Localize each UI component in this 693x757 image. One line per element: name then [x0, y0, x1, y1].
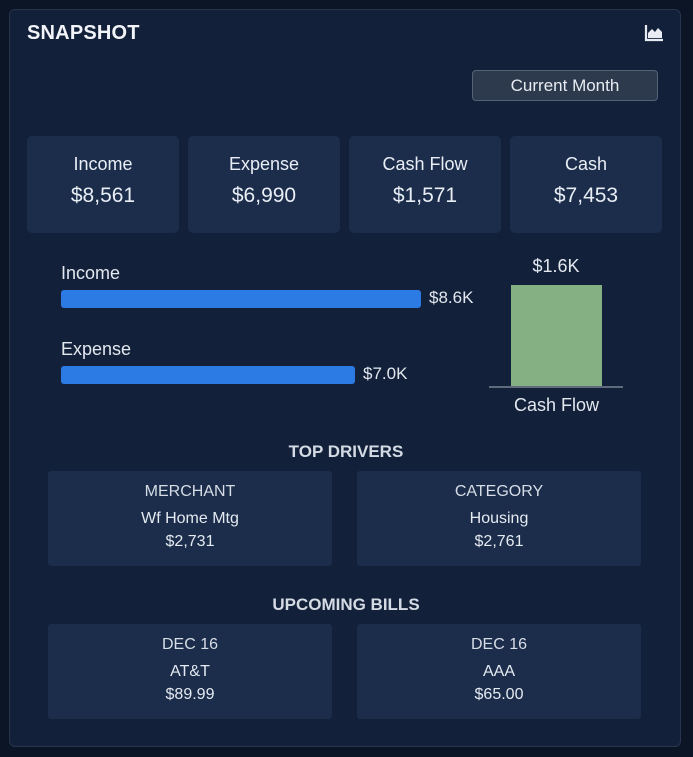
snapshot-card: SNAPSHOT Current Month Income $8,561 Exp… [9, 9, 681, 747]
stat-card-income: Income $8,561 [27, 136, 179, 233]
category-driver-tile[interactable]: CATEGORY Housing $2,761 [357, 471, 641, 566]
stat-label: Cash [564, 154, 608, 174]
bill-tile[interactable]: DEC 16 AT&T $89.99 [48, 624, 332, 719]
bill-amount: $89.99 [165, 686, 215, 703]
stat-label: Expense [228, 154, 300, 174]
bill-date: DEC 16 [161, 636, 219, 653]
stat-value: $1,571 [392, 184, 458, 207]
tile-amount: $2,761 [474, 533, 524, 550]
cash-flow-bar-value: $1.6K [532, 256, 580, 276]
cash-flow-axis [489, 386, 623, 388]
stat-card-cash: Cash $7,453 [510, 136, 662, 233]
tile-name: Housing [469, 510, 529, 527]
tile-heading: MERCHANT [144, 483, 236, 500]
expense-bar [61, 366, 355, 384]
tile-heading: CATEGORY [454, 483, 544, 500]
stat-value: $7,453 [553, 184, 619, 207]
upcoming-bills-title: UPCOMING BILLS [272, 595, 420, 614]
income-bar [61, 290, 421, 308]
bill-tile[interactable]: DEC 16 AAA $65.00 [357, 624, 641, 719]
bill-amount: $65.00 [474, 686, 524, 703]
stat-value: $8,561 [70, 184, 136, 207]
top-drivers-title: TOP DRIVERS [288, 442, 404, 461]
cash-flow-bar [511, 285, 602, 386]
stat-label: Income [73, 154, 133, 174]
area-chart-icon[interactable] [644, 24, 664, 42]
bill-name: AAA [482, 663, 515, 680]
stat-card-expense: Expense $6,990 [188, 136, 340, 233]
period-selector-button[interactable]: Current Month [472, 70, 658, 101]
cash-flow-bar-label: Cash Flow [513, 395, 600, 415]
tile-name: Wf Home Mtg [141, 510, 239, 527]
bill-date: DEC 16 [470, 636, 528, 653]
income-bar-value: $8.6K [429, 288, 474, 307]
card-title: SNAPSHOT [27, 22, 140, 44]
stat-value: $6,990 [231, 184, 297, 207]
income-bar-label: Income [61, 263, 121, 283]
expense-bar-value: $7.0K [363, 364, 408, 383]
tile-amount: $2,731 [165, 533, 215, 550]
bill-name: AT&T [170, 663, 210, 680]
merchant-driver-tile[interactable]: MERCHANT Wf Home Mtg $2,731 [48, 471, 332, 566]
expense-bar-label: Expense [61, 339, 132, 359]
stat-label: Cash Flow [382, 154, 468, 174]
stat-card-cash-flow: Cash Flow $1,571 [349, 136, 501, 233]
